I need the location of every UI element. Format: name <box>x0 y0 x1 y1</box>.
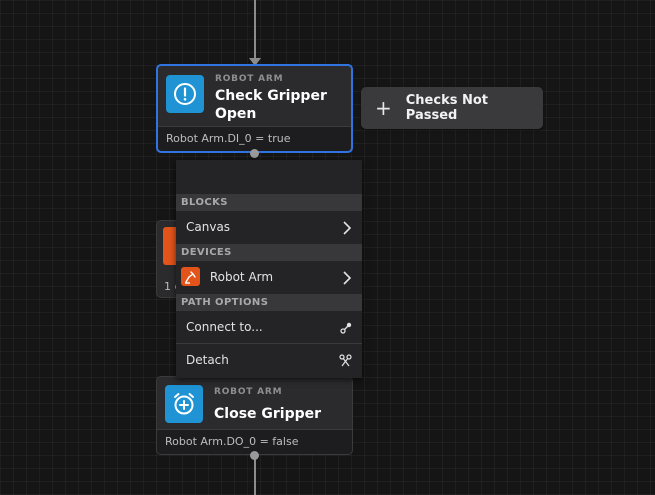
top-connector-line <box>254 0 256 60</box>
node-title-line2: Open <box>215 106 257 122</box>
checks-not-passed-button[interactable]: + Checks Not Passed <box>361 87 543 129</box>
chevron-right-icon <box>342 261 352 294</box>
check-gripper-node[interactable]: ROBOT ARM Check Gripper Open Robot Arm.D… <box>156 64 353 153</box>
menu-item-label: Detach <box>186 353 229 367</box>
menu-item-robot-arm[interactable]: Robot Arm <box>176 261 362 294</box>
menu-section-devices: DEVICES <box>176 244 362 261</box>
alarm-add-icon <box>165 385 203 423</box>
output-port[interactable] <box>250 451 259 460</box>
menu-section-path-options: PATH OPTIONS <box>176 294 362 311</box>
context-menu: BLOCKS Canvas DEVICES Robot Arm PATH OPT… <box>176 160 362 378</box>
alert-circle-icon <box>166 75 204 113</box>
menu-item-connect[interactable]: Connect to... <box>176 311 362 344</box>
menu-item-label: Connect to... <box>186 320 263 334</box>
menu-item-label: Robot Arm <box>209 270 274 284</box>
connect-icon <box>340 311 352 344</box>
bottom-connector-line <box>254 455 256 495</box>
scissors-icon <box>339 344 352 377</box>
node-kind-label: ROBOT ARM <box>214 387 283 397</box>
menu-spacer <box>176 160 362 194</box>
node-title: Close Gripper <box>214 406 322 422</box>
menu-item-detach[interactable]: Detach <box>176 344 362 377</box>
output-port[interactable] <box>250 149 259 158</box>
menu-section-blocks: BLOCKS <box>176 194 362 211</box>
menu-item-label: Canvas <box>186 220 231 234</box>
node-kind-label: ROBOT ARM <box>215 74 284 84</box>
node-condition: Robot Arm.DI_0 = true <box>158 126 351 151</box>
menu-item-canvas[interactable]: Canvas <box>176 211 362 244</box>
node-title-line1: Check Gripper <box>215 88 327 104</box>
node-title: Check Gripper Open <box>215 87 327 123</box>
robot-arm-icon <box>181 267 200 286</box>
close-gripper-node[interactable]: ROBOT ARM Close Gripper Robot Arm.DO_0 =… <box>156 376 353 455</box>
plus-icon: + <box>375 96 392 120</box>
chevron-right-icon <box>342 211 352 244</box>
checks-not-passed-label: Checks Not Passed <box>405 93 489 123</box>
